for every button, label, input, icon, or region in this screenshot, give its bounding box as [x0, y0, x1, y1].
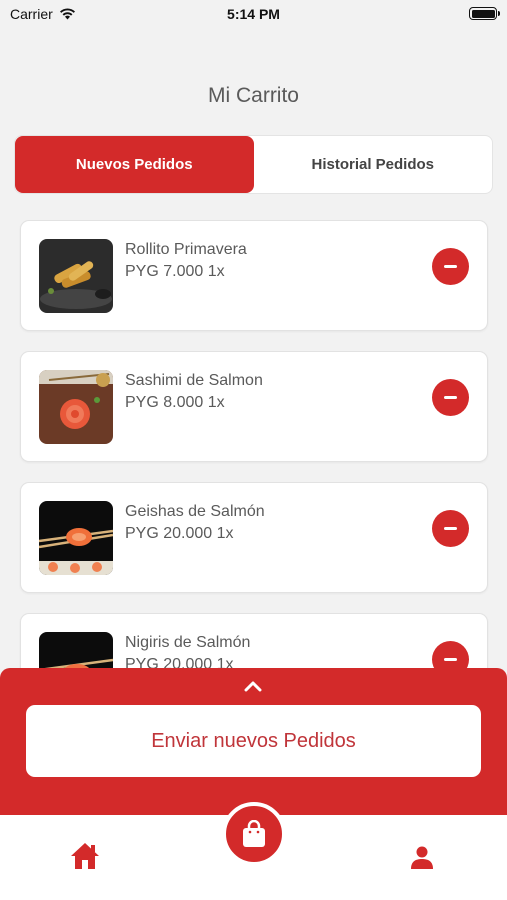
- status-bar: Carrier 5:14 PM: [0, 0, 507, 28]
- remove-item-button[interactable]: [432, 379, 469, 416]
- item-price: PYG 8.000 1x: [125, 394, 225, 411]
- order-tabs: Nuevos Pedidos Historial Pedidos: [14, 135, 493, 194]
- salmon-geisha-photo: [39, 501, 113, 575]
- remove-item-button[interactable]: [432, 248, 469, 285]
- shopping-bag-icon: [243, 820, 265, 847]
- cart-item: Geishas de Salmón PYG 20.000 1x: [20, 482, 488, 593]
- battery-icon: [469, 7, 500, 20]
- cart-item: Sashimi de Salmon PYG 8.000 1x: [20, 351, 488, 462]
- send-orders-button[interactable]: Enviar nuevos Pedidos: [26, 705, 481, 777]
- item-name: Nigiris de Salmón: [125, 634, 251, 651]
- cart-list: Rollito Primavera PYG 7.000 1x Sashimi d…: [20, 220, 488, 744]
- tab-nuevos-pedidos[interactable]: Nuevos Pedidos: [15, 136, 254, 193]
- remove-item-button[interactable]: [432, 510, 469, 547]
- home-icon[interactable]: [70, 842, 100, 870]
- item-price: PYG 7.000 1x: [125, 263, 225, 280]
- item-name: Geishas de Salmón: [125, 503, 265, 520]
- cart-tab-button[interactable]: [222, 802, 286, 866]
- spring-rolls-photo: [39, 239, 113, 313]
- order-bottom-sheet: Enviar nuevos Pedidos: [0, 668, 507, 818]
- status-time: 5:14 PM: [227, 6, 280, 22]
- chevron-up-icon[interactable]: [244, 680, 262, 692]
- page-title: Mi Carrito: [207, 84, 299, 107]
- salmon-sashimi-photo: [39, 370, 113, 444]
- item-price: PYG 20.000 1x: [125, 525, 234, 542]
- item-name: Sashimi de Salmon: [125, 372, 263, 389]
- cart-item: Rollito Primavera PYG 7.000 1x: [20, 220, 488, 331]
- user-icon[interactable]: [410, 845, 434, 869]
- item-name: Rollito Primavera: [125, 241, 247, 258]
- tab-historial-pedidos[interactable]: Historial Pedidos: [254, 136, 493, 193]
